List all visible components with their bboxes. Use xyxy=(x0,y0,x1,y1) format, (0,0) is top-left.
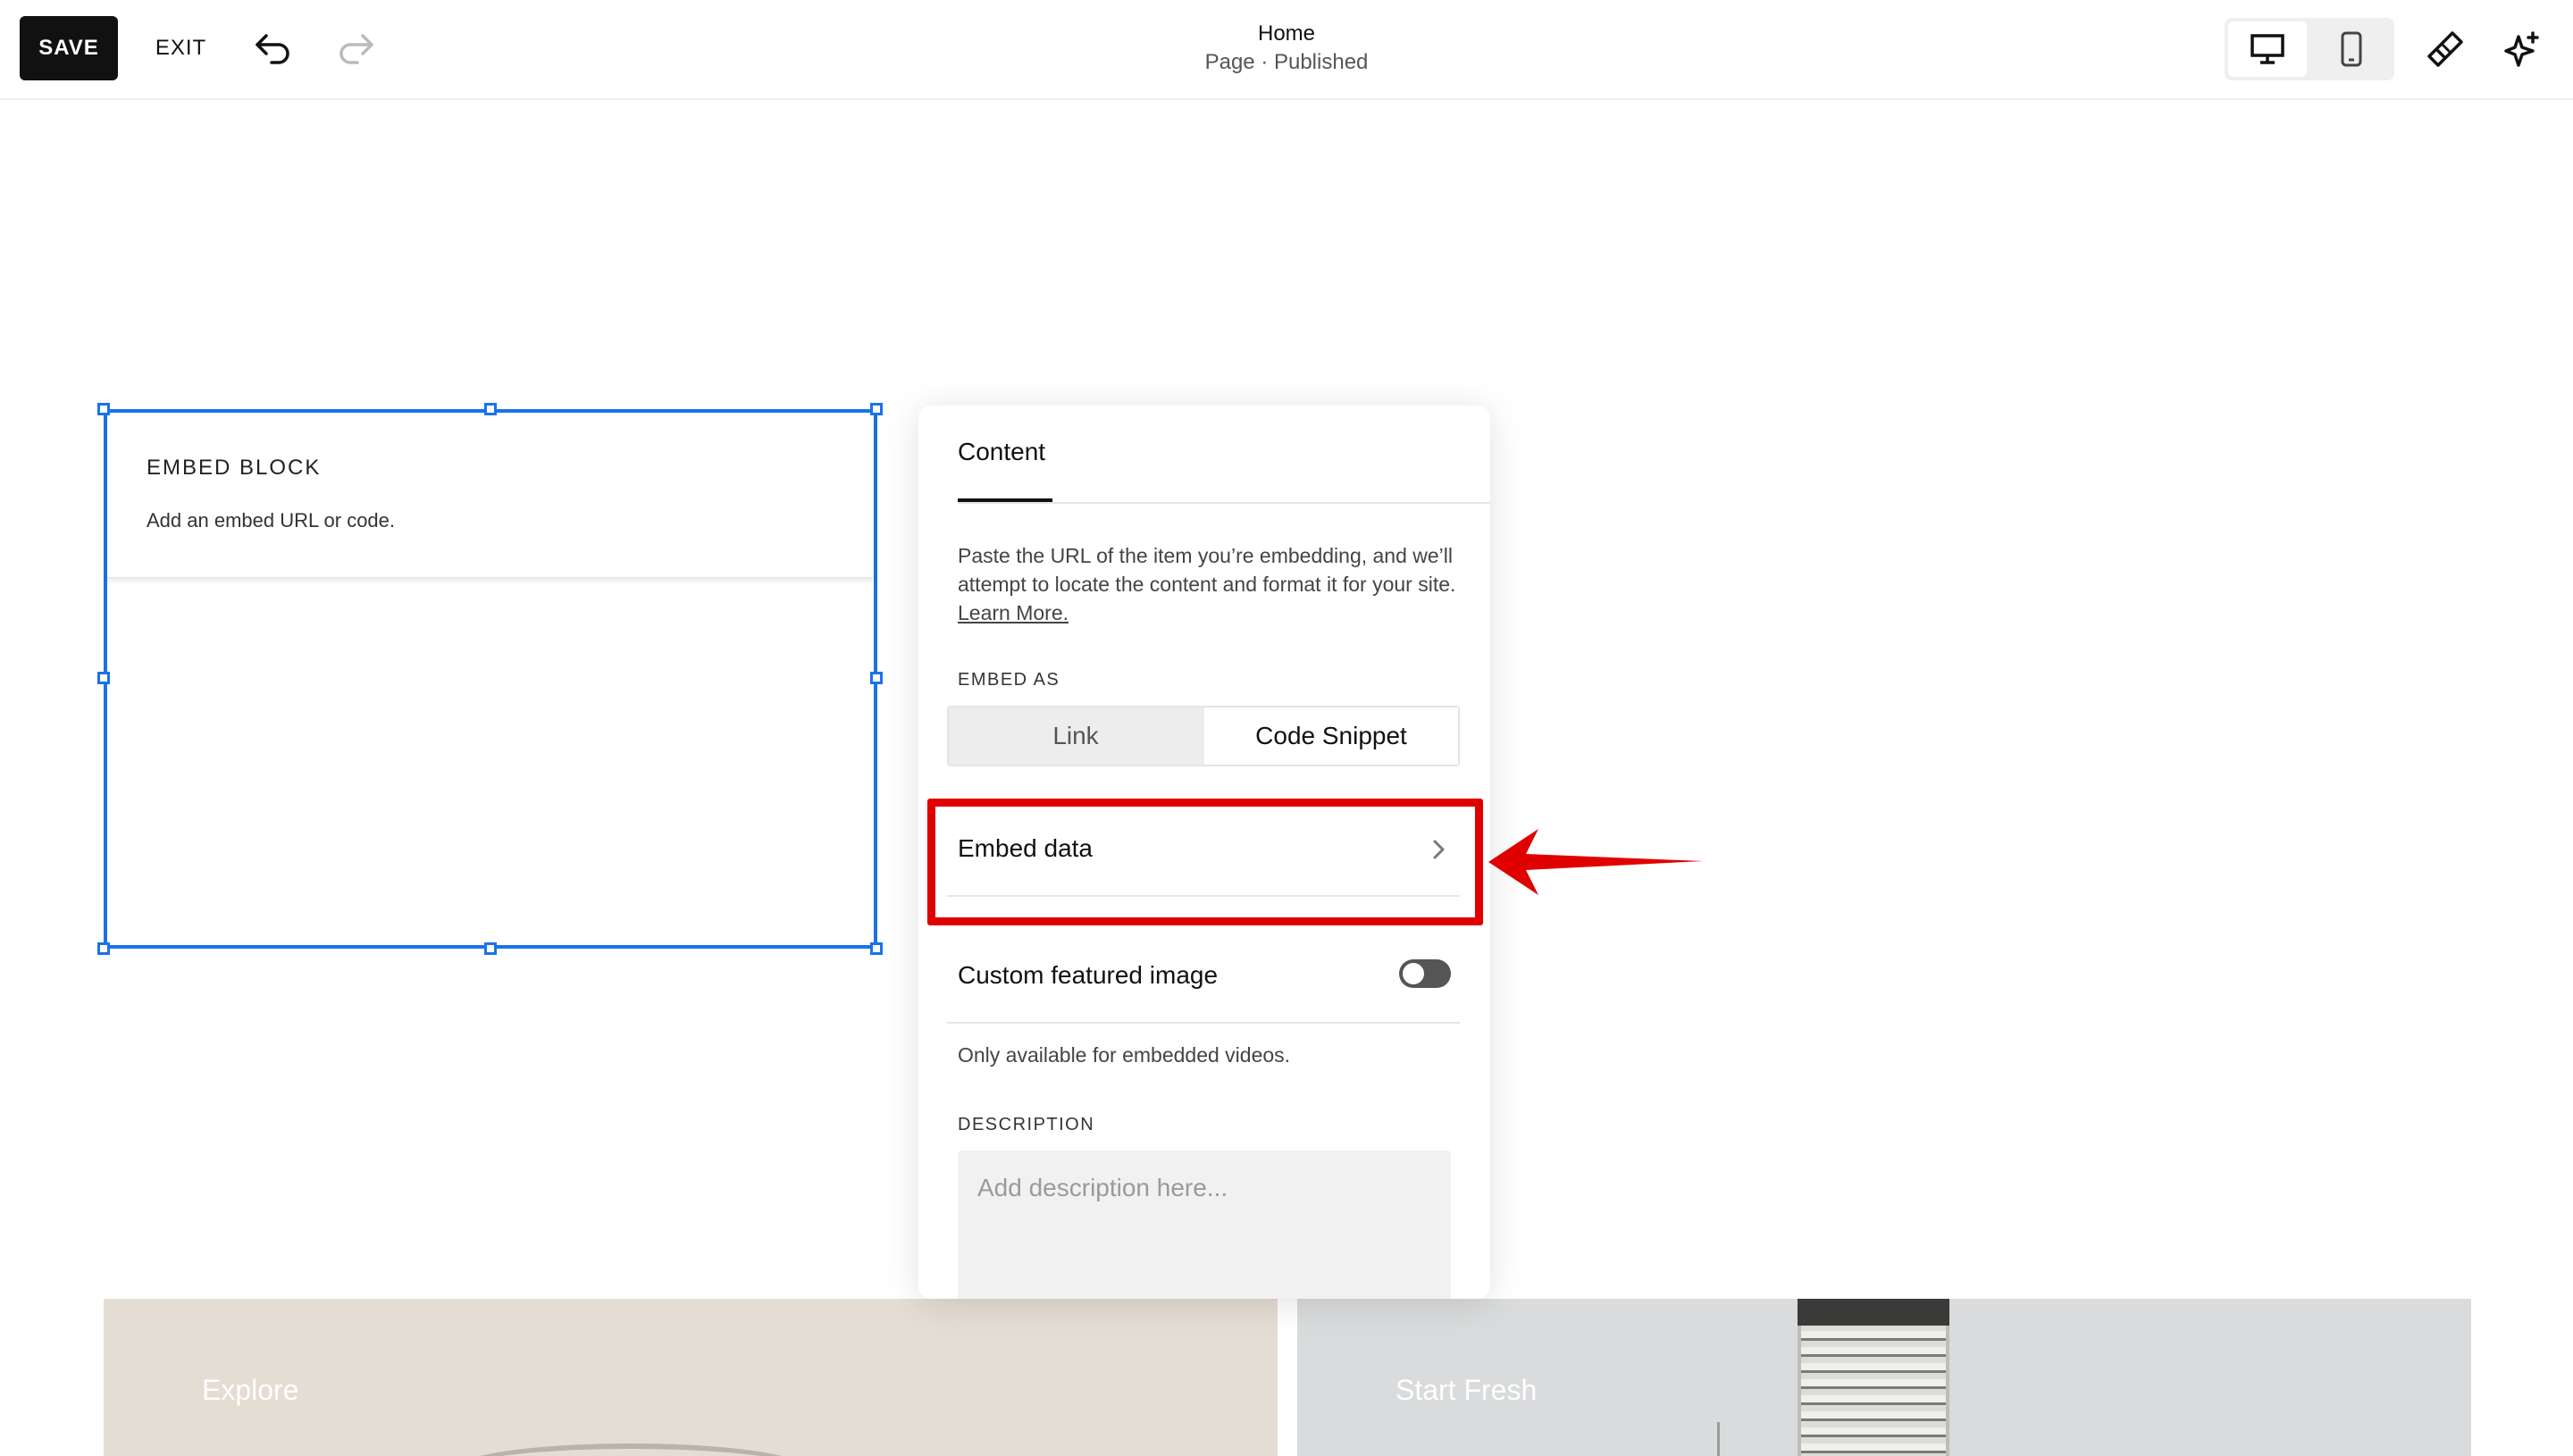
editor-toolbar: SAVE EXIT Home Page · Published xyxy=(0,0,2573,100)
save-button[interactable]: SAVE xyxy=(20,16,118,80)
start-fresh-card[interactable]: Start Fresh xyxy=(1297,1299,2471,1456)
embed-as-code-snippet-option[interactable]: Code Snippet xyxy=(1204,707,1458,765)
custom-featured-image-label: Custom featured image xyxy=(958,961,1219,989)
desktop-monitor-icon xyxy=(2250,34,2284,64)
weaving-rod xyxy=(1798,1299,1949,1326)
resize-handle-right[interactable] xyxy=(870,672,883,684)
highlight-box-annotation xyxy=(927,799,1483,925)
custom-featured-image-row: Custom featured image xyxy=(947,929,1460,1024)
embed-as-link-option[interactable]: Link xyxy=(949,707,1203,765)
resize-handle-bottom-left[interactable] xyxy=(97,942,110,955)
custom-featured-image-toggle[interactable] xyxy=(1399,959,1451,988)
toggle-knob xyxy=(1403,963,1424,984)
device-view-toggle xyxy=(2225,18,2394,80)
red-arrow-annotation xyxy=(1488,829,1703,895)
mobile-view-button[interactable] xyxy=(2312,21,2391,77)
mobile-phone-icon xyxy=(2341,31,2362,67)
resize-handle-bottom-right[interactable] xyxy=(870,942,883,955)
resize-handle-top[interactable] xyxy=(484,403,497,415)
resize-handle-left[interactable] xyxy=(97,672,110,684)
sparkle-icon[interactable] xyxy=(2500,27,2544,71)
tab-divider xyxy=(958,502,1490,504)
page-status: Page · Published xyxy=(1204,50,1369,74)
custom-featured-image-note: Only available for embedded videos. xyxy=(958,1043,1291,1067)
explore-card[interactable]: Explore xyxy=(104,1299,1278,1456)
embed-help-text: Paste the URL of the item you’re embeddi… xyxy=(958,541,1458,627)
exit-button[interactable]: EXIT xyxy=(147,16,214,80)
plant-twig-image xyxy=(1717,1422,1747,1456)
resize-handle-top-right[interactable] xyxy=(870,403,883,415)
embed-help-body: Paste the URL of the item you’re embeddi… xyxy=(958,544,1456,596)
description-textarea[interactable]: Add description here... xyxy=(958,1151,1451,1299)
embed-block-title: EMBED BLOCK xyxy=(147,456,322,480)
start-fresh-card-title: Start Fresh xyxy=(1395,1374,1538,1406)
resize-handle-bottom[interactable] xyxy=(484,942,497,955)
page-title: Home xyxy=(1257,21,1316,46)
paintbrush-icon[interactable] xyxy=(2423,27,2468,71)
page-title-area[interactable]: Home Page · Published xyxy=(1108,20,1465,77)
embed-as-label: EMBED AS xyxy=(958,670,1060,690)
resize-handle-top-left[interactable] xyxy=(97,403,110,415)
description-label: DESCRIPTION xyxy=(958,1115,1095,1134)
description-placeholder: Add description here... xyxy=(977,1174,1228,1201)
explore-image-shape xyxy=(452,1443,809,1456)
embed-block-subtitle: Add an embed URL or code. xyxy=(147,509,396,531)
learn-more-link[interactable]: Learn More. xyxy=(958,601,1069,624)
redo-arrow-icon[interactable] xyxy=(332,27,377,70)
desktop-view-button[interactable] xyxy=(2228,21,2307,77)
explore-card-title: Explore xyxy=(202,1374,299,1406)
tab-content[interactable]: Content xyxy=(958,438,1045,466)
embed-block-placeholder: EMBED BLOCK Add an embed URL or code. xyxy=(107,413,874,578)
embed-as-segmented-control: Link Code Snippet xyxy=(947,706,1460,766)
embed-block[interactable]: EMBED BLOCK Add an embed URL or code. xyxy=(104,409,877,949)
undo-arrow-icon[interactable] xyxy=(252,27,297,70)
